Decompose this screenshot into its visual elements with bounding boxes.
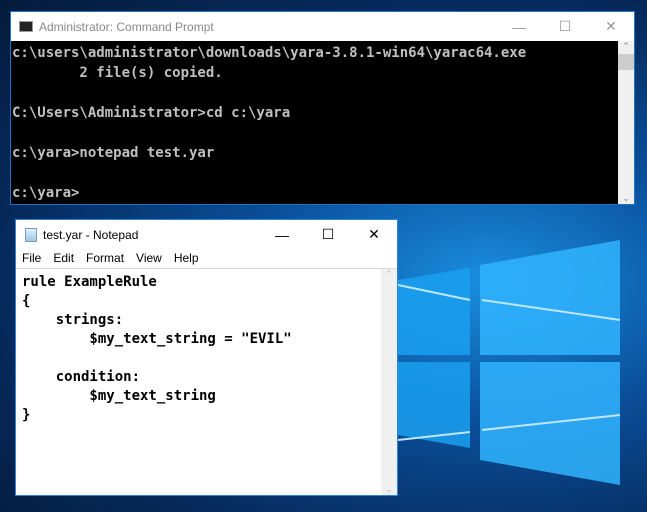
text-line: rule ExampleRule [22, 274, 157, 290]
console-line: c:\yara> [12, 185, 80, 201]
maximize-icon[interactable]: ☐ [542, 12, 588, 41]
text-line: condition: [22, 369, 141, 385]
window-title: test.yar - Notepad [43, 227, 139, 242]
maximize-icon[interactable]: ☐ [305, 220, 351, 249]
minimize-icon[interactable]: — [259, 220, 305, 249]
menu-bar: File Edit Format View Help [16, 249, 397, 269]
scrollbar-thumb[interactable] [618, 54, 634, 70]
text-line: strings: [22, 312, 124, 328]
command-prompt-window: Administrator: Command Prompt — ☐ ✕ c:\u… [10, 11, 635, 205]
text-line: } [22, 407, 31, 423]
scroll-down-icon[interactable]: ⌄ [381, 484, 397, 495]
menu-help[interactable]: Help [168, 249, 205, 268]
vertical-scrollbar[interactable]: ⌃ ⌄ [618, 41, 634, 204]
minimize-icon[interactable]: — [496, 12, 542, 41]
text-line: { [22, 293, 31, 309]
console-line: c:\users\administrator\downloads\yara-3.… [12, 45, 527, 61]
notepad-icon [25, 227, 37, 242]
text-line: $my_text_string [22, 388, 216, 404]
menu-format[interactable]: Format [80, 249, 130, 268]
scroll-up-icon[interactable]: ⌃ [381, 269, 397, 280]
vertical-scrollbar[interactable]: ⌃ ⌄ [381, 269, 397, 495]
menu-edit[interactable]: Edit [47, 249, 80, 268]
text-editor[interactable]: rule ExampleRule { strings: $my_text_stri… [16, 269, 381, 495]
console-line: C:\Users\Administrator>cd c:\yara [12, 105, 291, 121]
title-bar[interactable]: test.yar - Notepad — ☐ ✕ [16, 220, 397, 249]
scroll-down-icon[interactable]: ⌄ [618, 193, 634, 204]
text-line [22, 349, 375, 368]
notepad-window: test.yar - Notepad — ☐ ✕ File Edit Forma… [15, 219, 398, 496]
close-icon[interactable]: ✕ [351, 220, 397, 249]
title-bar[interactable]: Administrator: Command Prompt — ☐ ✕ [11, 12, 634, 41]
console-line: c:\yara>notepad test.yar [12, 145, 215, 161]
text-line: $my_text_string = "EVIL" [22, 331, 292, 347]
cmd-icon [19, 21, 33, 32]
console-output[interactable]: c:\users\administrator\downloads\yara-3.… [11, 41, 618, 204]
close-icon[interactable]: ✕ [588, 12, 634, 41]
menu-view[interactable]: View [130, 249, 168, 268]
menu-file[interactable]: File [16, 249, 47, 268]
console-line: 2 file(s) copied. [12, 65, 223, 81]
window-title: Administrator: Command Prompt [39, 19, 214, 34]
scroll-up-icon[interactable]: ⌃ [618, 41, 634, 52]
